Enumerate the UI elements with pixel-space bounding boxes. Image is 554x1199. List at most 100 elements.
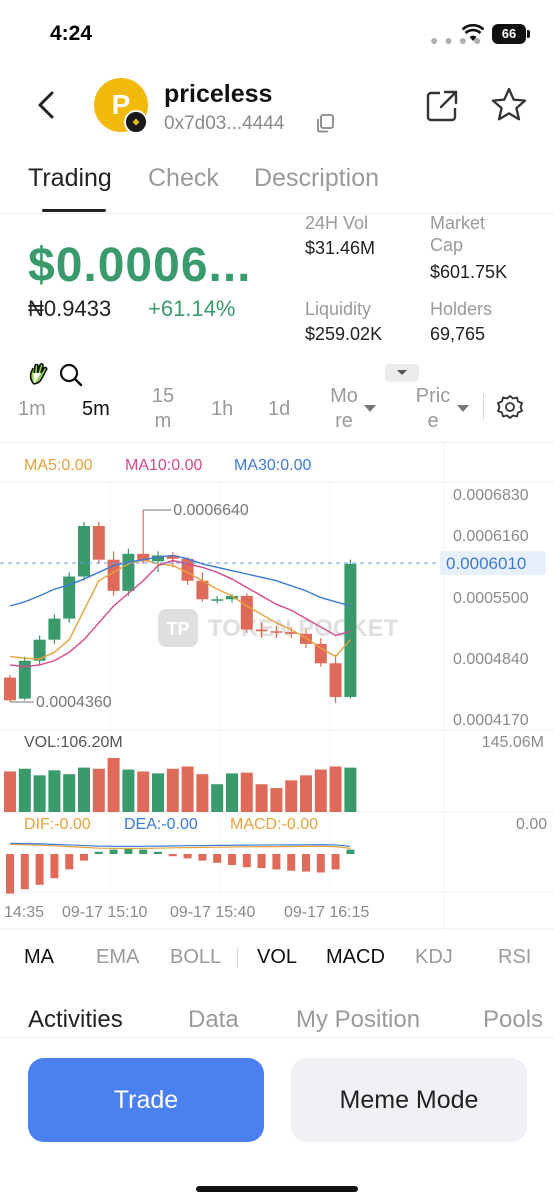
tab-activities[interactable]: Activities — [28, 1006, 123, 1034]
gear-icon[interactable] — [496, 394, 524, 422]
candle-body — [240, 595, 253, 630]
tab-trading[interactable]: Trading — [28, 164, 112, 193]
status-time: 4:24 — [50, 22, 93, 45]
stat-holders-value: 69,765 — [430, 324, 486, 344]
macd-bar — [228, 854, 236, 865]
indicator-ma[interactable]: MA — [24, 946, 54, 969]
timeframe-5m[interactable]: 5m — [82, 397, 110, 422]
ma30-label: MA30:0.00 — [234, 457, 311, 474]
stat-liquidity-value: $259.02K — [305, 324, 383, 344]
candle-body — [92, 526, 105, 560]
volume-bar — [122, 769, 135, 812]
macd-bar — [50, 854, 59, 879]
indicator-kdj[interactable]: KDJ — [415, 946, 453, 969]
stat-holders-label: Holders — [430, 299, 493, 319]
macd-label: MACD:-0.00 — [230, 816, 318, 833]
toolbar-divider — [483, 394, 484, 420]
stat-vol-value: $31.46M — [305, 238, 376, 258]
volume-bar — [48, 770, 61, 812]
high-marker-label: 0.0006640 — [173, 502, 249, 519]
macd-bar — [139, 849, 148, 854]
macd-bar — [257, 854, 266, 869]
tab-check[interactable]: Check — [148, 164, 219, 193]
copy-icon[interactable] — [314, 112, 336, 134]
token-address: 0x7d03...4444 — [164, 113, 285, 134]
volume-bar — [166, 768, 179, 812]
macd-bar — [331, 854, 340, 870]
trade-button[interactable]: Trade — [28, 1058, 264, 1142]
stat-liquidity-label: Liquidity — [305, 299, 372, 319]
battery-tip — [527, 30, 530, 38]
volume-bar — [196, 774, 209, 812]
stat-mcap-label: Market Cap — [430, 213, 486, 255]
tab-my-position[interactable]: My Position — [296, 1006, 420, 1034]
volume-bar — [137, 771, 150, 812]
tab-active-underline — [42, 209, 106, 212]
indicator-macd[interactable]: MACD — [326, 946, 385, 969]
y-tick-label: 0.0005500 — [453, 590, 529, 607]
indicator-boll[interactable]: BOLL — [170, 946, 221, 969]
macd-group — [6, 842, 355, 894]
volume-bar — [226, 773, 238, 812]
volume-bar — [255, 784, 268, 812]
collapse-toggle[interactable] — [385, 364, 419, 382]
timeframe-15m[interactable]: 15 m — [150, 384, 176, 434]
ma5-label: MA5:0.00 — [24, 457, 93, 474]
price-chart[interactable]: MA5:0.00 MA10:0.00 MA30:0.00 TP TOKEN PO… — [0, 442, 554, 930]
timeframe-1m[interactable]: 1m — [18, 397, 46, 422]
share-icon[interactable] — [424, 88, 460, 124]
volume-bar — [240, 772, 253, 812]
volume-bar — [92, 768, 105, 812]
y-tick-label: 0.0004840 — [453, 651, 529, 668]
bnb-chain-icon — [124, 110, 148, 134]
x-tick-label: 14:35 — [4, 904, 44, 921]
hand-icon[interactable] — [28, 362, 50, 386]
chevron-down-icon — [397, 370, 407, 375]
meme-mode-button[interactable]: Meme Mode — [291, 1058, 527, 1142]
indicator-vol[interactable]: VOL — [257, 946, 297, 969]
token-header: P priceless 0x7d03...4444 — [0, 70, 554, 150]
volume-bar — [344, 767, 357, 812]
candle-body — [78, 526, 90, 577]
home-indicator — [196, 1186, 358, 1192]
status-bar: 4:24 ● ● ● ● 66 — [0, 0, 554, 70]
x-tick-label: 09-17 15:10 — [62, 904, 148, 921]
battery-icon: 66 — [492, 24, 526, 44]
macd-bar — [35, 854, 44, 885]
candle-body — [270, 631, 283, 633]
volume-bar — [270, 788, 283, 812]
token-tabs: Trading Check Description — [0, 160, 554, 214]
volume-bar — [18, 768, 31, 812]
search-icon[interactable] — [58, 362, 84, 388]
candle-body — [211, 599, 224, 601]
dif-label: DIF:-0.00 — [24, 816, 91, 833]
volume-bar — [329, 766, 342, 812]
macd-bar — [242, 854, 251, 868]
indicator-rsi[interactable]: RSI — [498, 946, 531, 969]
star-icon[interactable] — [490, 86, 528, 124]
back-icon[interactable] — [30, 88, 64, 122]
more-dropdown-icon — [364, 405, 376, 412]
macd-bar — [154, 851, 162, 854]
watermark: TP TOKEN POCKET — [158, 609, 399, 647]
stat-mcap-value: $601.75K — [430, 262, 508, 282]
wifi-icon — [462, 24, 484, 41]
indicator-ema[interactable]: EMA — [96, 946, 139, 969]
macd-bar — [109, 849, 118, 854]
macd-bar — [316, 854, 325, 873]
volume-bar — [181, 766, 194, 812]
timeframe-1d[interactable]: 1d — [268, 397, 290, 422]
macd-bar — [183, 854, 192, 859]
price-type-select[interactable]: Pric e — [410, 384, 456, 434]
candle-body — [314, 643, 327, 664]
timeframe-1h[interactable]: 1h — [211, 397, 233, 422]
candle-body — [48, 618, 61, 640]
timeframe-more[interactable]: Mo re — [326, 384, 362, 434]
stat-vol-label: 24H Vol — [305, 213, 369, 233]
volume-bar — [4, 771, 16, 812]
macd-bar — [302, 854, 310, 872]
y-tick-label: 0.0004170 — [453, 712, 529, 729]
tab-data[interactable]: Data — [188, 1006, 239, 1034]
tab-pools[interactable]: Pools — [483, 1006, 543, 1034]
tab-description[interactable]: Description — [254, 164, 379, 193]
